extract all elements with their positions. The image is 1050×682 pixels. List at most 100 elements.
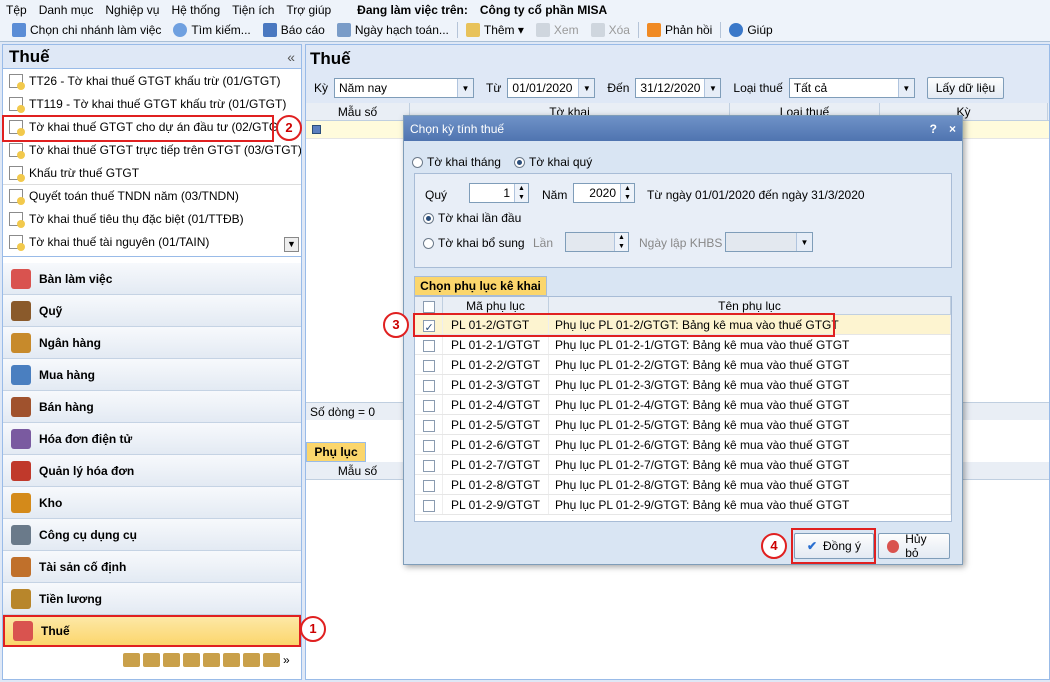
spinner-arrows-icon[interactable]: ▲ ▼ (620, 184, 634, 202)
step-badge: 1 (300, 616, 326, 642)
module-icon (11, 524, 31, 545)
close-icon[interactable]: × (949, 122, 956, 136)
document-icon (9, 142, 25, 159)
module-label: Bán hàng (39, 399, 94, 414)
tax-list-label: TT119 - Tờ khai thuế GTGT khấu trừ (01/G… (29, 96, 287, 111)
menu-item[interactable]: Hệ thống (165, 3, 226, 17)
appendix-row[interactable]: PL 01-2-7/GTGT Phụ lục PL 01-2-7/GTGT: Bả… (415, 455, 951, 475)
module-overflow-icons[interactable]: » (123, 653, 291, 667)
row-checkbox[interactable] (415, 495, 443, 514)
cancel-button[interactable]: Hủy bỏ (878, 532, 950, 560)
tax-list-item[interactable]: Tờ khai thuế tiêu thụ đặc biệt (01/TTĐB) (3, 207, 301, 230)
module-item[interactable]: Kho (3, 487, 301, 519)
appendix-name: Phụ lục PL 01-2-8/GTGT: Bảng kê mua vào … (549, 475, 951, 494)
period-combo[interactable]: Năm nay ▼ (334, 78, 475, 98)
module-item[interactable]: Thuế (3, 615, 301, 647)
spinner-arrows-icon[interactable]: ▲ ▼ (514, 184, 528, 202)
times-spinner[interactable]: ▲ ▼ (565, 232, 629, 252)
module-item[interactable]: Bàn làm việc (3, 263, 301, 295)
tax-list-item[interactable]: Khấu trừ thuế GTGT (3, 161, 301, 184)
view-button[interactable]: Xem (530, 20, 585, 40)
appendix-row[interactable]: PL 01-2-2/GTGT Phụ lục PL 01-2-2/GTGT: Bả… (415, 355, 951, 375)
tab-appendix[interactable]: Phụ lục (306, 442, 366, 462)
dialog-title: Chọn kỳ tính thuế (410, 121, 505, 136)
add-button[interactable]: Thêm ▾ (460, 20, 530, 40)
appendix-row[interactable]: PL 01-2-8/GTGT Phụ lục PL 01-2-8/GTGT: Bả… (415, 475, 951, 495)
tax-list-item[interactable]: Tờ khai thuế tài nguyên (01/TAIN) (3, 230, 301, 253)
tax-type-combo[interactable]: Tất cả ▼ (788, 78, 915, 98)
appendix-code: PL 01-2-9/GTGT (443, 495, 549, 514)
tab-choose-appendix[interactable]: Chọn phụ lục kê khai (414, 276, 547, 296)
appendix-row[interactable]: PL 01-2-6/GTGT Phụ lục PL 01-2-6/GTGT: Bả… (415, 435, 951, 455)
view-icon (535, 23, 550, 37)
column-header[interactable]: Mẫu số (306, 103, 410, 120)
appendix-row[interactable]: PL 01-2-5/GTGT Phụ lục PL 01-2-5/GTGT: Bả… (415, 415, 951, 435)
column-header[interactable]: Mã phụ lục (443, 297, 549, 314)
module-label: Mua hàng (39, 367, 95, 382)
menu-item[interactable]: Tiện ích (226, 3, 280, 17)
appendix-code: PL 01-2-6/GTGT (443, 435, 549, 454)
column-header[interactable]: Tên phụ lục (549, 297, 951, 314)
appendix-row[interactable]: PL 01-2-4/GTGT Phụ lục PL 01-2-4/GTGT: Bả… (415, 395, 951, 415)
tax-period-dialog: Chọn kỳ tính thuế? × Tờ khai tháng Tờ kha… (403, 115, 963, 565)
radio-icon (412, 157, 423, 169)
khbs-date-field[interactable]: ▼ (725, 232, 813, 252)
row-checkbox[interactable] (415, 475, 443, 494)
module-item[interactable]: Tài sản cố định (3, 551, 301, 583)
help-icon[interactable]: ? (930, 122, 937, 136)
module-label: Thuế (41, 624, 70, 638)
help-button[interactable]: Giúp (723, 20, 778, 40)
year-spinner[interactable]: 2020 ▲ ▼ (573, 183, 635, 203)
menu-item[interactable]: Trợ giúp (280, 3, 337, 17)
row-checkbox[interactable] (415, 395, 443, 414)
menu-item[interactable]: Tệp (0, 3, 33, 17)
from-date-field[interactable]: 01/01/2020 ▼ (507, 78, 596, 98)
module-item[interactable]: Tiền lương (3, 583, 301, 615)
appendix-row[interactable]: PL 01-2-9/GTGT Phụ lục PL 01-2-9/GTGT: Bả… (415, 495, 951, 515)
module-icon (11, 428, 31, 449)
to-date-field[interactable]: 31/12/2020 ▼ (635, 78, 722, 98)
appendix-row[interactable]: PL 01-2-1/GTGT Phụ lục PL 01-2-1/GTGT: Bả… (415, 335, 951, 355)
module-item[interactable]: Quỹ (3, 295, 301, 327)
document-icon (9, 189, 25, 205)
column-header[interactable]: Mẫu số (306, 462, 410, 480)
checkbox-icon (422, 459, 435, 472)
appendix-row[interactable]: PL 01-2-3/GTGT Phụ lục PL 01-2-3/GTGT: Bả… (415, 375, 951, 395)
company-name: Công ty cổ phần MISA (479, 2, 608, 17)
row-checkbox[interactable] (415, 415, 443, 434)
menu-item[interactable]: Nghiệp vụ (99, 3, 165, 17)
row-checkbox[interactable] (415, 355, 443, 374)
module-item[interactable]: Công cụ dụng cụ (3, 519, 301, 551)
row-checkbox[interactable] (415, 375, 443, 394)
module-item[interactable]: Quản lý hóa đơn (3, 455, 301, 487)
quarterly-radio[interactable]: Tờ khai quý (514, 155, 592, 169)
feedback-button[interactable]: Phản hồi (641, 20, 718, 40)
row-checkbox[interactable] (415, 335, 443, 354)
module-item[interactable]: Ngân hàng (3, 327, 301, 359)
monthly-radio[interactable]: Tờ khai tháng (412, 155, 501, 169)
search-button[interactable]: Tìm kiếm... (167, 20, 256, 40)
report-button[interactable]: Báo cáo (257, 20, 331, 40)
delete-button[interactable]: Xóa (585, 20, 636, 40)
module-label: Hóa đơn điện tử (39, 431, 133, 446)
posting-date-button[interactable]: Ngày hạch toán... (331, 20, 455, 40)
collapse-icon[interactable]: « (287, 49, 295, 65)
quarter-spinner[interactable]: 1 ▲ ▼ (469, 183, 529, 203)
scroll-down-icon[interactable]: ▼ (284, 237, 299, 252)
module-item[interactable]: Hóa đơn điện tử (3, 423, 301, 455)
tax-list-item[interactable]: Quyết toán thuế TNDN năm (03/TNDN) (3, 184, 301, 207)
tax-list-item[interactable]: TT26 - Tờ khai thuế GTGT khấu trừ (01/GT… (3, 69, 301, 92)
select-all-checkbox[interactable] (415, 297, 443, 314)
row-checkbox[interactable] (415, 455, 443, 474)
module-item[interactable]: Mua hàng (3, 359, 301, 391)
supplement-declaration-radio[interactable]: Tờ khai bổ sung (423, 236, 525, 250)
tax-list-item[interactable]: TT119 - Tờ khai thuế GTGT khấu trừ (01/G… (3, 92, 301, 115)
row-checkbox[interactable] (415, 435, 443, 454)
get-data-button[interactable]: Lấy dữ liệu (926, 77, 1005, 99)
module-item[interactable]: Bán hàng (3, 391, 301, 423)
checkbox-icon (422, 479, 435, 492)
first-declaration-radio[interactable]: Tờ khai lần đầu (423, 211, 521, 225)
left-panel-title: Thuế (9, 46, 50, 66)
menu-item[interactable]: Danh mục (33, 3, 100, 17)
branch-button[interactable]: Chọn chi nhánh làm việc (6, 20, 167, 40)
